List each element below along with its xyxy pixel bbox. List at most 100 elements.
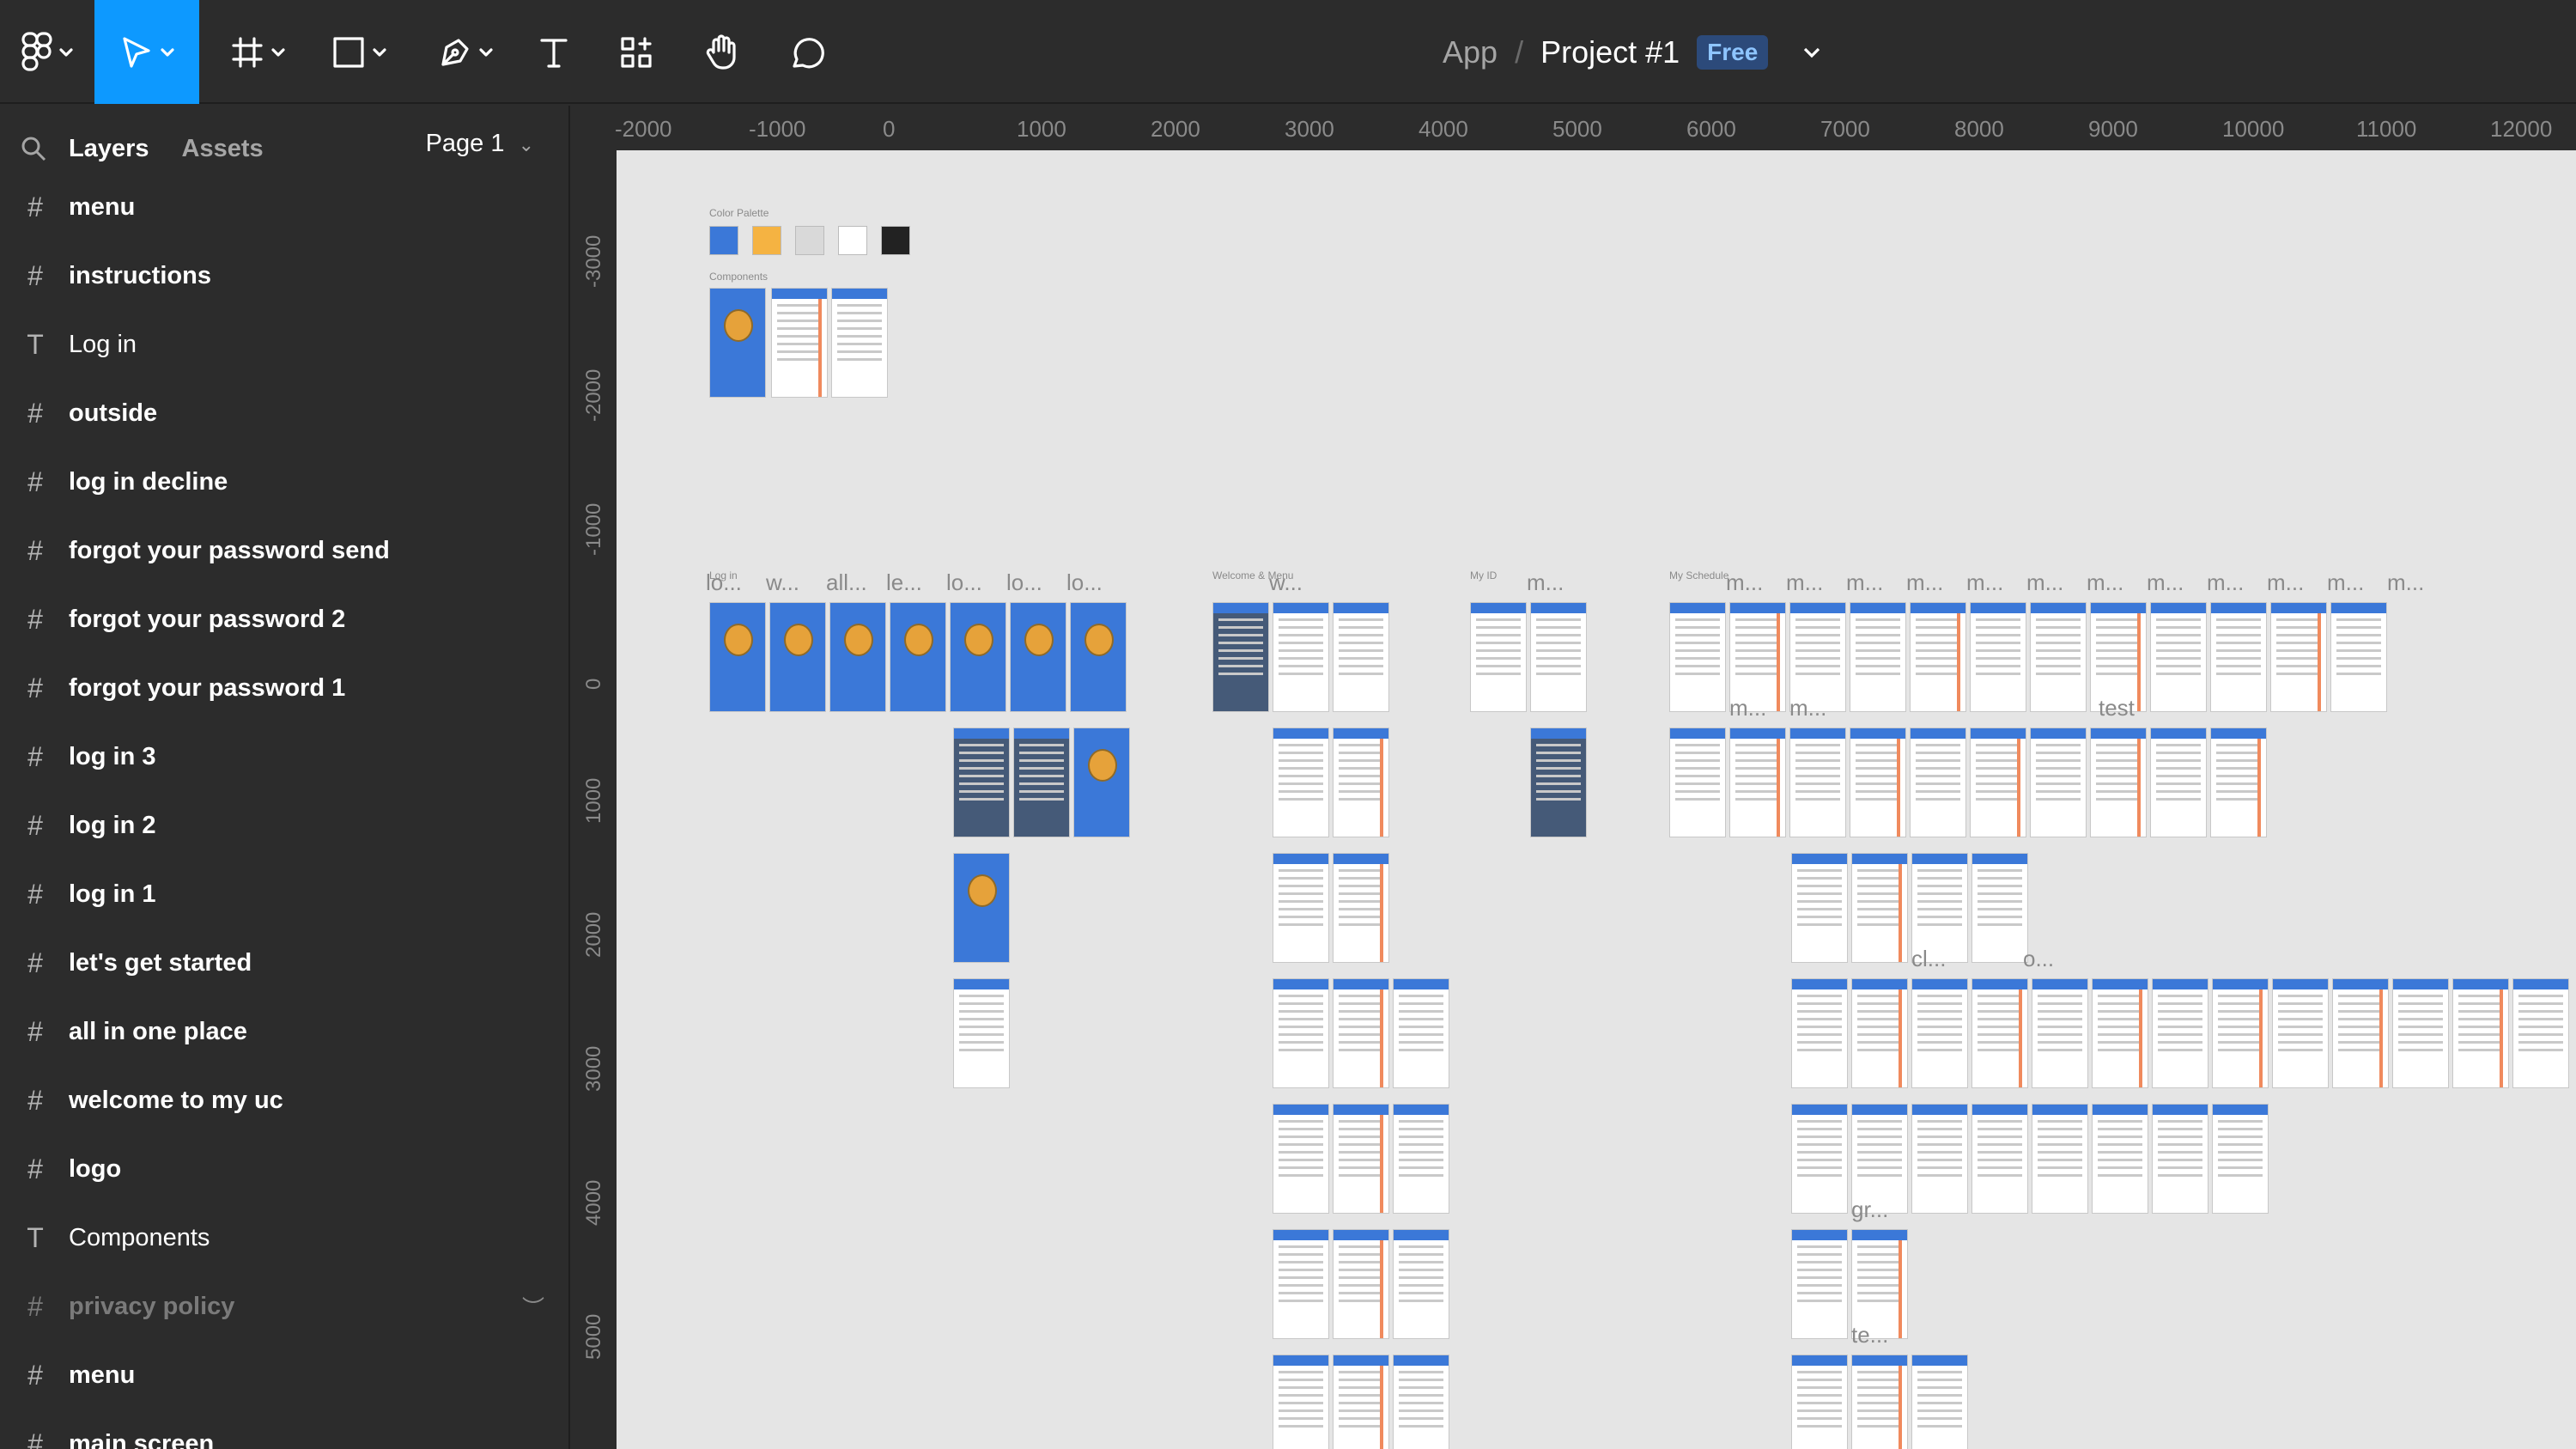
frame-thumbnail[interactable]	[2030, 602, 2087, 712]
layer-item[interactable]: # outside	[0, 379, 568, 447]
frame-thumbnail[interactable]	[1791, 1229, 1848, 1339]
frame-thumbnail[interactable]	[950, 602, 1006, 712]
project-title[interactable]: Project #1	[1540, 34, 1680, 70]
layer-item[interactable]: # main screen	[0, 1409, 568, 1449]
frame-label[interactable]: m...	[1966, 569, 2003, 596]
layer-item[interactable]: # forgot your password 1	[0, 654, 568, 722]
frame-thumbnail[interactable]	[1970, 602, 2026, 712]
layer-item[interactable]: T Log in	[0, 310, 568, 379]
frame-thumbnail[interactable]	[1791, 978, 1848, 1088]
layer-item[interactable]: # privacy policy ︶	[0, 1272, 568, 1341]
frame-label[interactable]: m...	[1789, 695, 1826, 721]
frame-thumbnail[interactable]	[1971, 853, 2028, 963]
resources-tool-button[interactable]	[606, 0, 666, 104]
frame-thumbnail[interactable]	[953, 728, 1010, 837]
frame-thumbnail[interactable]	[1851, 1355, 1908, 1449]
layer-item[interactable]: # menu	[0, 1341, 568, 1409]
layer-item[interactable]: # forgot your password send	[0, 516, 568, 585]
frame-thumbnail[interactable]	[1911, 1355, 1968, 1449]
frame-thumbnail[interactable]	[1273, 1355, 1329, 1449]
frame-thumbnail[interactable]	[2332, 978, 2389, 1088]
frame-thumbnail[interactable]	[2212, 1104, 2269, 1214]
frame-label[interactable]: m...	[2387, 569, 2424, 596]
chevron-down-icon[interactable]	[1802, 46, 1821, 58]
frame-label[interactable]: m...	[2207, 569, 2244, 596]
frame-label[interactable]: My ID	[1470, 569, 1497, 581]
frame-thumbnail[interactable]	[1911, 978, 1968, 1088]
frame-thumbnail[interactable]	[1729, 728, 1786, 837]
frame-thumbnail[interactable]	[2030, 728, 2087, 837]
frame-label[interactable]: le...	[886, 569, 922, 596]
frame-thumbnail[interactable]	[1333, 602, 1389, 712]
frame-thumbnail[interactable]	[1333, 853, 1389, 963]
frame-thumbnail[interactable]	[1333, 1355, 1389, 1449]
frame-label[interactable]: m...	[1906, 569, 1943, 596]
frame-thumbnail[interactable]	[709, 602, 766, 712]
frame-thumbnail[interactable]	[1669, 602, 1726, 712]
layer-item[interactable]: # log in 1	[0, 860, 568, 928]
frame-thumbnail[interactable]	[829, 602, 886, 712]
frame-thumbnail[interactable]	[1333, 1229, 1389, 1339]
frame-thumbnail[interactable]	[2270, 602, 2327, 712]
layer-item[interactable]: # log in 3	[0, 722, 568, 791]
frame-thumbnail[interactable]	[2210, 602, 2267, 712]
frame-thumbnail[interactable]	[1273, 1229, 1329, 1339]
frame-thumbnail[interactable]	[1070, 602, 1127, 712]
frame-thumbnail[interactable]	[771, 288, 828, 398]
frame-label[interactable]: m...	[2026, 569, 2063, 596]
frame-label[interactable]: gr...	[1851, 1196, 1888, 1223]
frame-label[interactable]: m...	[2267, 569, 2304, 596]
frame-label[interactable]: lo...	[706, 569, 742, 596]
frame-thumbnail[interactable]	[1212, 602, 1269, 712]
shape-tool-button[interactable]	[316, 0, 402, 104]
frame-thumbnail[interactable]	[2452, 978, 2509, 1088]
frame-label[interactable]: m...	[2327, 569, 2364, 596]
frame-thumbnail[interactable]	[1393, 978, 1449, 1088]
frame-label[interactable]: m...	[1786, 569, 1823, 596]
layer-item[interactable]: # logo	[0, 1135, 568, 1203]
frame-thumbnail[interactable]	[2210, 728, 2267, 837]
frame-thumbnail[interactable]	[769, 602, 826, 712]
color-swatch[interactable]	[838, 226, 867, 255]
frame-label[interactable]: cl...	[1911, 946, 1946, 972]
layer-item[interactable]: T Components	[0, 1203, 568, 1272]
frame-thumbnail[interactable]	[1273, 602, 1329, 712]
frame-label[interactable]: lo...	[946, 569, 982, 596]
frame-label[interactable]: te...	[1851, 1322, 1888, 1349]
frame-thumbnail[interactable]	[1791, 853, 1848, 963]
frame-thumbnail[interactable]	[953, 978, 1010, 1088]
plan-badge[interactable]: Free	[1697, 34, 1769, 70]
frame-thumbnail[interactable]	[1010, 602, 1066, 712]
frame-thumbnail[interactable]	[890, 602, 946, 712]
frame-thumbnail[interactable]	[1333, 728, 1389, 837]
frame-label[interactable]: m...	[2147, 569, 2184, 596]
frame-label[interactable]: Components	[709, 271, 768, 283]
color-swatch[interactable]	[881, 226, 910, 255]
color-swatch[interactable]	[752, 226, 781, 255]
frame-tool-button[interactable]	[215, 0, 301, 104]
frame-thumbnail[interactable]	[1971, 1104, 2028, 1214]
page-selector[interactable]: Page 1 ⌄	[426, 130, 534, 158]
color-swatch[interactable]	[709, 226, 738, 255]
frame-thumbnail[interactable]	[1791, 1355, 1848, 1449]
frame-label[interactable]: My Schedule	[1669, 569, 1728, 581]
frame-thumbnail[interactable]	[709, 288, 766, 398]
tab-layers[interactable]: Layers	[69, 135, 149, 163]
frame-thumbnail[interactable]	[1850, 728, 1906, 837]
color-swatch[interactable]	[795, 226, 824, 255]
frame-thumbnail[interactable]	[1393, 1104, 1449, 1214]
frame-thumbnail[interactable]	[1910, 602, 1966, 712]
hand-tool-button[interactable]	[692, 0, 752, 104]
frame-thumbnail[interactable]	[1333, 978, 1389, 1088]
frame-thumbnail[interactable]	[2152, 1104, 2208, 1214]
frame-thumbnail[interactable]	[1273, 853, 1329, 963]
frame-thumbnail[interactable]	[1393, 1355, 1449, 1449]
frame-thumbnail[interactable]	[1073, 728, 1130, 837]
layer-item[interactable]: # welcome to my uc	[0, 1066, 568, 1135]
frame-label[interactable]: w...	[766, 569, 799, 596]
frame-thumbnail[interactable]	[1013, 728, 1070, 837]
frame-thumbnail[interactable]	[1470, 602, 1527, 712]
frame-thumbnail[interactable]	[2150, 728, 2207, 837]
layer-item[interactable]: # instructions	[0, 241, 568, 310]
frame-thumbnail[interactable]	[1669, 728, 1726, 837]
